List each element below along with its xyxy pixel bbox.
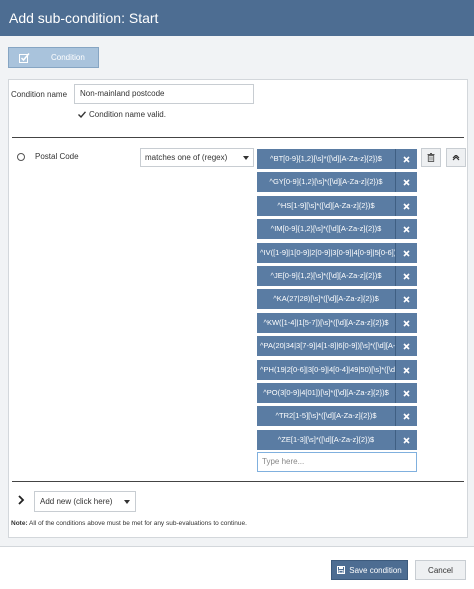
trash-icon: [427, 153, 435, 162]
regex-tag: ^PA(20|34|3[7-9]|4[1-8]|6[0-9])[\s]*([\d…: [257, 336, 417, 356]
cancel-button[interactable]: Cancel: [415, 560, 466, 580]
validation-text: Condition name valid.: [89, 110, 166, 119]
remove-tag-icon[interactable]: [396, 172, 417, 192]
regex-tag-text: ^PH(19|2[0-6]|3[0-9]|4[0-4]|49|50)[\s]*(…: [257, 360, 396, 380]
cancel-label: Cancel: [428, 565, 453, 575]
divider-top: [12, 137, 464, 138]
regex-tag: ^BT[0-9]{1,2}[\s]*([\d][A-Za-z]{2})$: [257, 149, 417, 169]
regex-tag: ^HS[1-9][\s]*([\d][A-Za-z]{2})$: [257, 196, 417, 216]
regex-tag-text: ^IM[0-9]{1,2}[\s]*([\d][A-Za-z]{2})$: [257, 219, 396, 239]
remove-tag-icon[interactable]: [396, 406, 417, 426]
regex-tag: ^GY[0-9]{1,2}[\s]*([\d][A-Za-z]{2})$: [257, 172, 417, 192]
remove-tag-icon[interactable]: [396, 360, 417, 380]
save-condition-button[interactable]: Save condition: [331, 560, 408, 580]
regex-tag-text: ^PA(20|34|3[7-9]|4[1-8]|6[0-9])[\s]*([\d…: [257, 336, 396, 356]
note-prefix: Note:: [11, 520, 28, 527]
edit-check-icon: [17, 51, 31, 65]
regex-tag-text: ^IV([1-9]|1[0-9]|2[0-9]|3[0-9]|4[0-9]|5[…: [257, 243, 396, 263]
dialog-title: Add sub-condition: Start: [0, 0, 474, 36]
regex-tag: ^KA(27|28)[\s]*([\d][A-Za-z]{2})$: [257, 289, 417, 309]
remove-tag-icon[interactable]: [396, 289, 417, 309]
add-new-select[interactable]: Add new (click here): [34, 491, 136, 512]
chevron-up-icon: [452, 154, 460, 160]
regex-tag: ^TR2[1-5][\s]*([\d][A-Za-z]{2})$: [257, 406, 417, 426]
regex-tag-text: ^TR2[1-5][\s]*([\d][A-Za-z]{2})$: [257, 406, 396, 426]
validation-message: Condition name valid.: [78, 110, 166, 119]
remove-tag-icon[interactable]: [396, 266, 417, 286]
divider-bottom: [12, 481, 464, 482]
caret-down-icon: [243, 156, 249, 160]
regex-tag: ^PO(3[0-9]|4[01])[\s]*([\d][A-Za-z]{2})$: [257, 383, 417, 403]
operator-select[interactable]: matches one of (regex): [140, 148, 254, 167]
save-icon: [337, 566, 346, 574]
remove-tag-icon[interactable]: [396, 336, 417, 356]
remove-tag-icon[interactable]: [396, 149, 417, 169]
condition-name-label: Condition name: [11, 90, 68, 99]
regex-tag-text: ^JE[0-9]{1,2}[\s]*([\d][A-Za-z]{2})$: [257, 266, 396, 286]
delete-rule-button[interactable]: [421, 148, 441, 167]
regex-tag-text: ^KA(27|28)[\s]*([\d][A-Za-z]{2})$: [257, 289, 396, 309]
tab-condition[interactable]: Condition: [8, 47, 99, 68]
regex-tag-text: ^KW([1-4]|1[5-7])[\s]*([\d][A-Za-z]{2})$: [257, 313, 396, 333]
regex-tag-text: ^HS[1-9][\s]*([\d][A-Za-z]{2})$: [257, 196, 396, 216]
checkmark-icon: [78, 111, 86, 118]
regex-tag: ^JE[0-9]{1,2}[\s]*([\d][A-Za-z]{2})$: [257, 266, 417, 286]
regex-input[interactable]: Type here...: [257, 452, 417, 472]
operator-select-value: matches one of (regex): [145, 153, 228, 162]
chevron-right-icon[interactable]: [17, 495, 25, 505]
note-text: All of the conditions above must be met …: [27, 520, 247, 527]
remove-tag-icon[interactable]: [396, 196, 417, 216]
regex-tag-text: ^ZE[1-3][\s]*([\d][A-Za-z]{2})$: [257, 430, 396, 450]
rule-field-name: Postal Code: [35, 152, 79, 161]
note: Note: All of the conditions above must b…: [11, 520, 247, 527]
remove-tag-icon[interactable]: [396, 313, 417, 333]
regex-tag: ^ZE[1-3][\s]*([\d][A-Za-z]{2})$: [257, 430, 417, 450]
remove-tag-icon[interactable]: [396, 383, 417, 403]
regex-tag: ^KW([1-4]|1[5-7])[\s]*([\d][A-Za-z]{2})$: [257, 313, 417, 333]
collapse-rule-button[interactable]: [446, 148, 466, 167]
regex-tag-text: ^PO(3[0-9]|4[01])[\s]*([\d][A-Za-z]{2})$: [257, 383, 396, 403]
tab-condition-label: Condition: [51, 53, 85, 62]
caret-down-icon: [124, 500, 130, 504]
remove-tag-icon[interactable]: [396, 430, 417, 450]
save-condition-label: Save condition: [349, 565, 402, 575]
footer-divider: [0, 546, 474, 547]
condition-name-input[interactable]: Non-mainland postcode: [74, 84, 254, 104]
add-new-label: Add new (click here): [40, 497, 113, 506]
regex-tag-text: ^BT[0-9]{1,2}[\s]*([\d][A-Za-z]{2})$: [257, 149, 396, 169]
regex-tag: ^IV([1-9]|1[0-9]|2[0-9]|3[0-9]|4[0-9]|5[…: [257, 243, 417, 263]
rule-radio[interactable]: [17, 153, 25, 161]
remove-tag-icon[interactable]: [396, 243, 417, 263]
regex-tag: ^PH(19|2[0-6]|3[0-9]|4[0-4]|49|50)[\s]*(…: [257, 360, 417, 380]
remove-tag-icon[interactable]: [396, 219, 417, 239]
regex-tag: ^IM[0-9]{1,2}[\s]*([\d][A-Za-z]{2})$: [257, 219, 417, 239]
regex-tag-text: ^GY[0-9]{1,2}[\s]*([\d][A-Za-z]{2})$: [257, 172, 396, 192]
